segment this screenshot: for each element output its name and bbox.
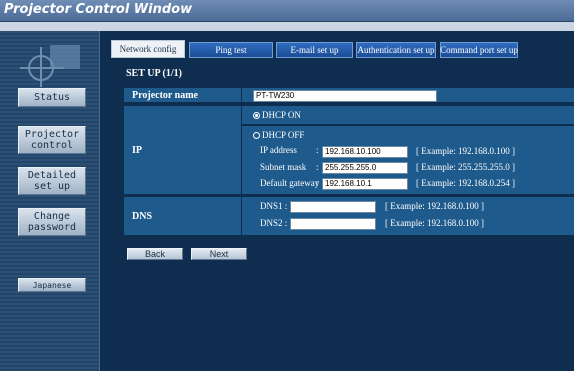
subnet-mask-input[interactable]: 255.255.255.0 (322, 162, 408, 174)
detailed-set-up-button-label: Detailed set up (27, 170, 77, 192)
change-password-button-label: Change password (27, 211, 77, 233)
ip-address-input[interactable]: 192.168.10.100 (322, 146, 408, 158)
tab-ping-test-label: Ping test (215, 45, 247, 55)
projector-name-input[interactable]: PT-TW230 (253, 90, 437, 102)
tab-network-config-label: Network config (119, 44, 177, 54)
detailed-set-up-button[interactable]: Detailed set up (18, 167, 86, 195)
projector-control-button-label: Projector control (24, 129, 80, 151)
default-gateway-label: Default gateway (260, 178, 320, 188)
subnet-mask-value: 255.255.255.0 (325, 163, 377, 172)
tab-command-port-set-up[interactable]: Command port set up (440, 42, 518, 58)
tab-email-set-up[interactable]: E-mail set up (276, 42, 353, 58)
ip-address-example: [ Example: 192.168.0.100 ] (416, 146, 515, 156)
tab-email-set-up-label: E-mail set up (290, 45, 339, 55)
next-button-label: Next (209, 249, 229, 259)
ip-address-label: IP address (260, 145, 297, 155)
dns2-example: [ Example: 192.168.0.100 ] (385, 218, 484, 228)
ip-address-sep: : (316, 145, 319, 155)
japanese-button[interactable]: Japanese (18, 278, 86, 292)
default-gateway-example: [ Example: 192.168.0.254 ] (416, 178, 515, 188)
projector-name-label: Projector name (124, 88, 241, 102)
subnet-mask-sep: : (316, 162, 319, 172)
tab-network-config[interactable]: Network config (111, 40, 185, 58)
ip-label: IP (124, 106, 241, 194)
dhcp-off-radio[interactable] (253, 132, 260, 139)
dns2-label: DNS2 : (260, 218, 288, 228)
default-gateway-input[interactable]: 192.168.10.1 (322, 178, 408, 190)
default-gateway-value: 192.168.10.1 (325, 179, 372, 188)
dhcp-on-radio[interactable] (253, 112, 260, 119)
dns1-label: DNS1 : (260, 201, 288, 211)
dhcp-on-label: DHCP ON (262, 110, 301, 120)
title-bar: Projector Control Window (0, 0, 574, 22)
setup-heading: SET UP (1/1) (126, 68, 182, 79)
next-button[interactable]: Next (191, 248, 247, 260)
status-button[interactable]: Status (18, 88, 86, 107)
ip-address-value: 192.168.10.100 (325, 147, 381, 156)
tab-authentication-set-up[interactable]: Authentication set up (356, 42, 436, 58)
tab-authentication-set-up-label: Authentication set up (357, 45, 435, 55)
projector-control-button[interactable]: Projector control (18, 126, 86, 154)
ip-label-text: IP (132, 144, 142, 156)
sidebar (0, 31, 100, 371)
projector-logo-icon (20, 45, 82, 89)
status-button-label: Status (33, 92, 71, 103)
dns1-example: [ Example: 192.168.0.100 ] (385, 201, 484, 211)
tab-command-port-set-up-label: Command port set up (440, 45, 518, 55)
projector-name-value: PT-TW230 (256, 91, 295, 100)
dns2-input[interactable] (290, 218, 376, 230)
default-gateway-sep: : (316, 178, 319, 188)
change-password-button[interactable]: Change password (18, 208, 86, 236)
window-title: Projector Control Window (4, 2, 193, 17)
back-button-label: Back (144, 249, 165, 259)
dns-label: DNS (124, 197, 241, 235)
dhcp-off-label: DHCP OFF (262, 130, 305, 140)
back-button[interactable]: Back (127, 248, 183, 260)
dns1-input[interactable] (290, 201, 376, 213)
projector-name-label-text: Projector name (132, 89, 198, 101)
subnet-mask-label: Subnet mask (260, 162, 307, 172)
tab-ping-test[interactable]: Ping test (189, 42, 273, 58)
subnet-mask-example: [ Example: 255.255.255.0 ] (416, 162, 515, 172)
frame-top-strip (0, 22, 574, 31)
japanese-button-label: Japanese (32, 280, 72, 290)
dns-label-text: DNS (132, 210, 153, 222)
